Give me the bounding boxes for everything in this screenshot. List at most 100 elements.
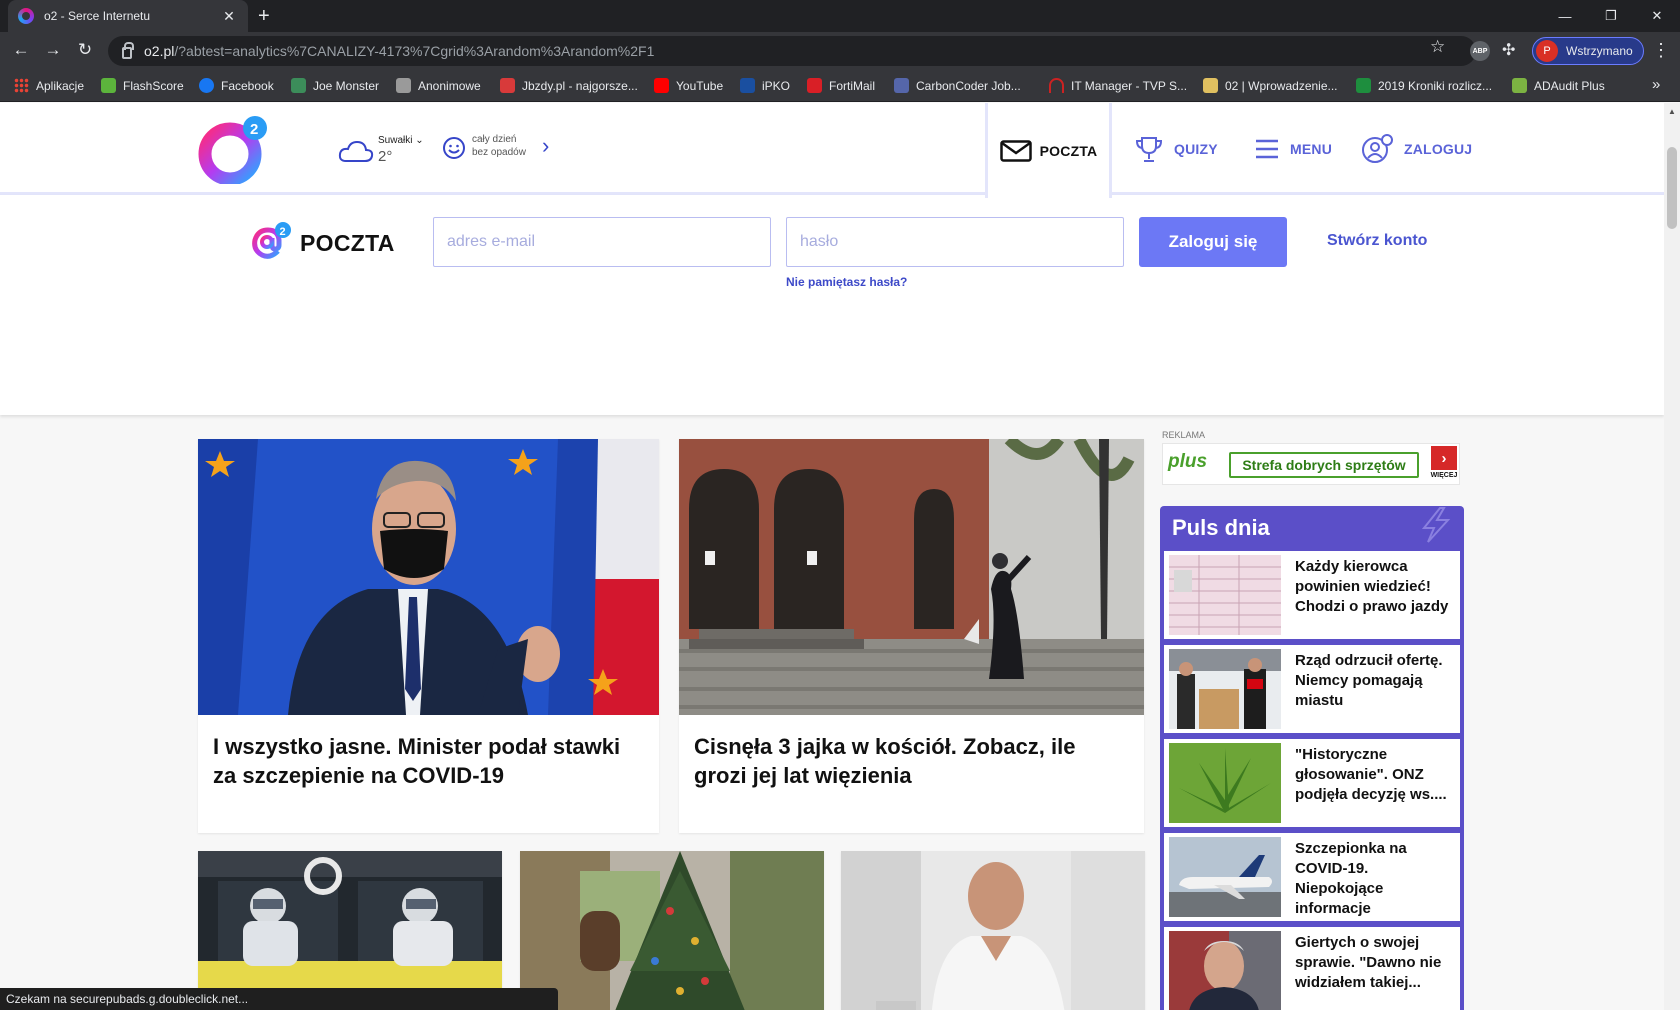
forecast-line: bez opadów bbox=[472, 147, 526, 158]
weather-temp: 2° bbox=[378, 148, 393, 165]
bookmark-item[interactable]: FlashScore bbox=[101, 78, 184, 93]
chevron-right-icon[interactable]: › bbox=[542, 133, 549, 159]
article-card[interactable] bbox=[520, 851, 824, 1010]
nav-zaloguj[interactable]: ZALOGUJ bbox=[1362, 103, 1472, 195]
bookmark-item[interactable]: CarbonCoder Job... bbox=[894, 78, 1021, 93]
puls-title: Puls dnia bbox=[1172, 515, 1270, 540]
bookmark-item[interactable]: FortiMail bbox=[807, 78, 875, 93]
nav-label: POCZTA bbox=[1039, 142, 1098, 159]
scroll-up-icon[interactable]: ▲ bbox=[1668, 107, 1676, 116]
bookmark-item[interactable]: Aplikacje bbox=[14, 78, 84, 93]
create-account-link[interactable]: Stwórz konto bbox=[1327, 232, 1427, 250]
flashscore-icon bbox=[101, 78, 116, 93]
bookmarks-overflow-icon[interactable]: » bbox=[1652, 76, 1660, 93]
nav-quizy[interactable]: QUIZY bbox=[1134, 103, 1218, 195]
close-tab-icon[interactable]: ✕ bbox=[220, 8, 238, 25]
fortimail-icon bbox=[807, 78, 822, 93]
article-title[interactable]: Cisnęła 3 jajka w kościół. Zobacz, ile g… bbox=[694, 732, 1128, 790]
browser-tab[interactable]: o2 - Serce Internetu ✕ bbox=[8, 0, 248, 32]
nav-label: ZALOGUJ bbox=[1404, 141, 1473, 157]
puls-item[interactable]: Każdy kierowca powinien wiedzieć! Chodzi… bbox=[1164, 551, 1460, 639]
puls-item[interactable]: Giertych o swojej sprawie. "Dawno nie wi… bbox=[1164, 927, 1460, 1010]
puls-item[interactable]: "Historyczne głosowanie". ONZ podjęła de… bbox=[1164, 739, 1460, 827]
cloud-icon bbox=[338, 140, 374, 162]
lightning-icon bbox=[1421, 507, 1451, 543]
article-card[interactable]: Cisnęła 3 jajka w kościół. Zobacz, ile g… bbox=[679, 439, 1144, 833]
trophy-icon bbox=[1135, 137, 1163, 162]
bookmark-item[interactable]: Jbzdy.pl - najgorsze... bbox=[500, 78, 638, 93]
extensions-puzzle-icon[interactable]: ✣ bbox=[1502, 40, 1515, 60]
bookmark-item[interactable]: YouTube bbox=[654, 78, 723, 93]
at-sign-icon: 2 bbox=[252, 222, 291, 259]
menu-kebab-icon[interactable]: ⋮ bbox=[1652, 40, 1670, 61]
puls-thumb bbox=[1169, 837, 1281, 917]
ipko-icon bbox=[740, 78, 755, 93]
restore-icon[interactable]: ❐ bbox=[1588, 0, 1634, 32]
christmas-tree-photo bbox=[520, 851, 824, 1010]
reload-icon[interactable]: ↻ bbox=[74, 40, 96, 60]
bookmark-star-icon[interactable]: ☆ bbox=[1430, 37, 1445, 57]
login-button[interactable]: Zaloguj się bbox=[1139, 217, 1287, 267]
minimize-icon[interactable]: — bbox=[1542, 0, 1588, 32]
politician-thumb bbox=[1169, 931, 1281, 1010]
bookmark-item[interactable]: 2019 Kroniki rozlicz... bbox=[1356, 78, 1492, 93]
carboncoder-icon bbox=[894, 78, 909, 93]
weather-city[interactable]: Suwałki ⌄ bbox=[378, 135, 424, 146]
address-bar[interactable]: o2.pl/?abtest=analytics%7CANALIZY-4173%7… bbox=[108, 36, 1476, 66]
adaudit-icon bbox=[1512, 78, 1527, 93]
ad-more-button[interactable]: › WIĘCEJ bbox=[1429, 444, 1459, 484]
page-scrollbar[interactable]: ▲ bbox=[1664, 103, 1680, 1010]
ad-brand-logo: plus bbox=[1168, 451, 1208, 472]
new-tab-icon[interactable]: + bbox=[258, 6, 270, 26]
bookmark-label: 2019 Kroniki rozlicz... bbox=[1378, 78, 1493, 93]
poczta-logo-text: POCZTA bbox=[300, 229, 395, 256]
puls-item[interactable]: Szczepionka na COVID-19. Niepokojące inf… bbox=[1164, 833, 1460, 921]
bookmark-item[interactable]: Anonimowe bbox=[396, 78, 481, 93]
nav-poczta[interactable]: POCZTA bbox=[985, 103, 1112, 198]
envelope-icon bbox=[999, 139, 1032, 162]
puls-item-text: Każdy kierowca powinien wiedzieć! Chodzi… bbox=[1295, 558, 1449, 615]
article-card[interactable]: I wszystko jasne. Minister podał stawki … bbox=[198, 439, 659, 833]
svg-text:2: 2 bbox=[250, 121, 258, 138]
forward-icon[interactable]: → bbox=[42, 40, 64, 60]
bookmark-item[interactable]: Joe Monster bbox=[291, 78, 379, 93]
adblock-extension-icon[interactable]: ABP bbox=[1470, 41, 1490, 61]
window-close-icon[interactable]: ✕ bbox=[1634, 0, 1680, 32]
hamburger-icon bbox=[1256, 139, 1278, 159]
bookmark-item[interactable]: IT Manager - TVP S... bbox=[1049, 78, 1187, 93]
bookmark-item[interactable]: ADAudit Plus bbox=[1512, 78, 1605, 93]
article-card[interactable] bbox=[198, 851, 502, 1010]
user-icon bbox=[1362, 134, 1393, 163]
profile-button[interactable]: P Wstrzymano bbox=[1532, 37, 1644, 65]
puls-item[interactable]: Rząd odrzucił ofertę. Niemcy pomagają mi… bbox=[1164, 645, 1460, 733]
ad-banner[interactable]: plus Strefa dobrych sprzętów › WIĘCEJ bbox=[1162, 443, 1460, 485]
youtube-icon bbox=[654, 78, 669, 93]
article-card[interactable] bbox=[841, 851, 1145, 1010]
bookmark-label: FlashScore bbox=[123, 78, 184, 93]
bookmark-label: YouTube bbox=[676, 78, 724, 93]
email-field[interactable] bbox=[433, 217, 771, 267]
bookmark-item[interactable]: iPKO bbox=[740, 78, 790, 93]
nav-menu[interactable]: MENU bbox=[1254, 103, 1332, 195]
page-viewport: 2 Suwałki ⌄ 2° cały dzień bez opadów › P… bbox=[0, 103, 1664, 1010]
bookmark-item[interactable]: Facebook bbox=[199, 78, 274, 93]
password-field[interactable] bbox=[786, 217, 1124, 267]
bookmark-label: 02 | Wprowadzenie... bbox=[1225, 78, 1338, 93]
weather-forecast: cały dzień bez opadów bbox=[472, 133, 542, 159]
scrollbar-thumb[interactable] bbox=[1667, 147, 1677, 229]
bookmark-label: Aplikacje bbox=[36, 78, 85, 93]
browser-tab-strip: o2 - Serce Internetu ✕ + — ❐ ✕ bbox=[0, 0, 1680, 32]
airplane-thumb bbox=[1169, 837, 1281, 917]
bookmark-label: ADAudit Plus bbox=[1534, 78, 1605, 93]
bookmarks-bar: Aplikacje FlashScore Facebook Joe Monste… bbox=[0, 70, 1680, 102]
spreadsheet-icon bbox=[1356, 78, 1371, 93]
o2-logo[interactable]: 2 bbox=[198, 114, 268, 184]
anonimowe-icon bbox=[396, 78, 411, 93]
avatar: P bbox=[1536, 40, 1558, 62]
bookmark-label: Joe Monster bbox=[313, 78, 380, 93]
forgot-password-link[interactable]: Nie pamiętasz hasła? bbox=[786, 275, 907, 289]
bookmark-item[interactable]: 02 | Wprowadzenie... bbox=[1203, 78, 1338, 93]
back-icon[interactable]: ← bbox=[10, 40, 32, 60]
bookmark-label: CarbonCoder Job... bbox=[916, 78, 1021, 93]
article-title[interactable]: I wszystko jasne. Minister podał stawki … bbox=[213, 732, 643, 790]
